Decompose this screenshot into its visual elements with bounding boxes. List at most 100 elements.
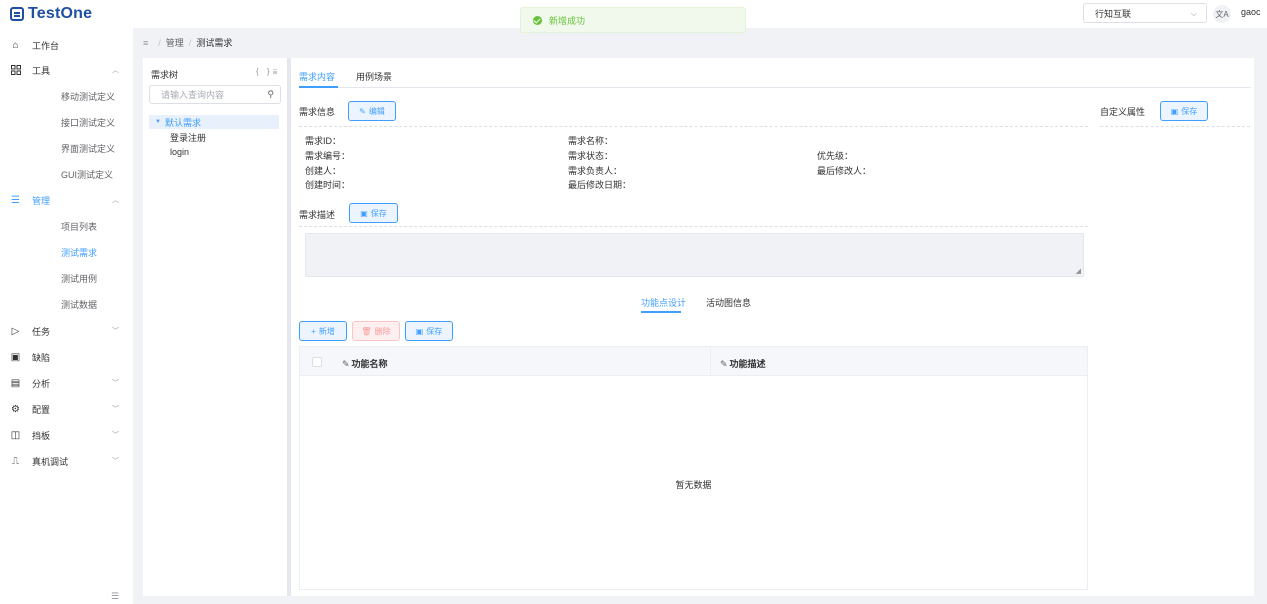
tree-node[interactable]: login (170, 147, 189, 157)
chevron-down-icon: ﹀ (112, 328, 119, 335)
chevron-down-icon: ﹀ (112, 406, 119, 413)
tree-search-input[interactable]: 请输入查询内容 ⚲ (149, 85, 281, 104)
tree-tools: { }⩸ (256, 67, 280, 77)
list-icon: ☰ (11, 194, 20, 206)
sidebar-item-label: 配置 (32, 404, 51, 415)
field-priority: 优先级： (817, 151, 854, 161)
field-last-modifier: 最后修改人： (817, 166, 872, 176)
column-header-label: 功能名称 (351, 359, 388, 369)
column-header-function-name[interactable]: ✎ 功能名称 (342, 357, 388, 370)
brand-name: TestOne (28, 5, 93, 22)
panel-icon: ◫ (10, 429, 21, 441)
field-last-modified-date: 最后修改日期： (568, 180, 632, 190)
user-name[interactable]: gaoc (1241, 7, 1261, 17)
sidebar-item-device-debug[interactable]: ⎍ 真机调试 ﹀ (0, 448, 133, 474)
sidebar-subitem-api-test[interactable]: 接口测试定义 (0, 109, 133, 135)
tab-requirement-content[interactable]: 需求内容 (299, 70, 335, 83)
chevron-down-icon: ﹀ (112, 432, 119, 439)
field-requirement-name: 需求名称： (568, 136, 614, 146)
sidebar-item-workbench[interactable]: ⌂ 工作台 (0, 32, 133, 58)
sidebar-item-mock[interactable]: ◫ 挡板 ﹀ (0, 422, 133, 448)
field-requirement-id: 需求ID： (305, 136, 342, 146)
chevron-down-icon: ﹀ (112, 380, 119, 387)
edit-icon: ✎ (342, 359, 350, 369)
sidebar-item-tools[interactable]: 工具 ︿ (0, 57, 133, 83)
sidebar-subitem-projects[interactable]: 项目列表 (0, 213, 133, 239)
menu-icon[interactable]: ≡ (143, 38, 148, 48)
plus-icon: + (311, 326, 316, 336)
custom-attrs-save-button[interactable]: ▣ 保存 (1160, 101, 1208, 121)
expand-collapse-icon[interactable]: { } (256, 67, 273, 76)
sidebar-item-analysis[interactable]: ▤ 分析 ﹀ (0, 370, 133, 396)
field-creator: 创建人： (305, 166, 342, 176)
edit-icon: ✎ (720, 359, 728, 369)
tab-function-design[interactable]: 功能点设计 (641, 296, 686, 309)
search-icon[interactable]: ⚲ (267, 89, 274, 100)
save-button-label: 保存 (426, 326, 443, 336)
sidebar-item-label: 任务 (32, 326, 51, 337)
caret-down-icon[interactable]: ▼ (155, 119, 161, 125)
add-button[interactable]: + 新增 (299, 321, 347, 341)
field-requirement-status: 需求状态： (568, 151, 614, 161)
tab-activity-diagram[interactable]: 活动图信息 (706, 296, 751, 309)
tree-node-label: 默认需求 (164, 117, 201, 128)
divider (299, 226, 1088, 227)
language-icon[interactable]: 文A (1213, 5, 1231, 23)
brand[interactable]: TestOne (10, 4, 92, 24)
sidebar-item-config[interactable]: ⚙ 配置 ﹀ (0, 396, 133, 422)
field-owner: 需求负责人： (568, 166, 623, 176)
custom-attrs-label: 自定义属性 (1100, 107, 1146, 117)
save-button-label: 保存 (370, 208, 387, 218)
divider (1100, 126, 1250, 127)
column-separator (710, 347, 711, 376)
divider (299, 126, 1088, 127)
sidebar-item-bugs[interactable]: ▣ 缺陷 (0, 344, 133, 370)
description-save-button[interactable]: ▣ 保存 (349, 203, 398, 223)
sidebar-subitem-ui-test[interactable]: 界面测试定义 (0, 135, 133, 161)
sidebar-subitem-testdata[interactable]: 测试数据 (0, 291, 133, 317)
breadcrumb-item[interactable]: 管理 (166, 36, 184, 49)
sidebar-subitem-gui-test[interactable]: GUI测试定义 (0, 161, 133, 187)
sidebar-item-label: 挡板 (32, 430, 51, 441)
sidebar-item-tasks[interactable]: ▷ 任务 ﹀ (0, 318, 133, 344)
delete-button[interactable]: 🗑 删除 (352, 321, 400, 341)
description-textarea[interactable]: ◢ (305, 233, 1084, 277)
org-select[interactable]: 行知互联 ⌵ (1083, 3, 1207, 23)
chevron-down-icon: ⌵ (1190, 9, 1197, 18)
description-label: 需求描述 (299, 210, 336, 220)
collapse-sidebar-icon[interactable]: ☰ (111, 591, 119, 602)
save-icon: ▣ (1170, 106, 1179, 116)
trash-icon: 🗑 (361, 326, 372, 336)
device-icon: ⎍ (12, 455, 19, 467)
save-button-label: 保存 (1181, 106, 1198, 116)
sidebar-item-label: 缺陷 (32, 352, 51, 363)
resize-handle-icon[interactable]: ◢ (1076, 267, 1081, 275)
sidebar-subitem-testcases[interactable]: 测试用例 (0, 265, 133, 291)
tree-title: 需求树 (151, 70, 179, 80)
requirement-tree-panel: 需求树 { }⩸ 请输入查询内容 ⚲ ▼ 默认需求 登录注册 login (143, 58, 287, 596)
filter-icon[interactable]: ⩸ (273, 67, 281, 76)
column-header-function-desc[interactable]: ✎ 功能描述 (720, 357, 766, 370)
save-icon: ▣ (415, 326, 424, 336)
sidebar-item-manage[interactable]: ☰ 管理 ︿ (0, 187, 133, 213)
sidebar-item-label: 管理 (32, 195, 51, 206)
empty-state-text: 暂无数据 (675, 480, 712, 490)
tab-use-case-scenarios[interactable]: 用例场景 (356, 70, 392, 83)
success-toast: 新增成功 (520, 7, 746, 33)
bug-icon: ▣ (10, 351, 21, 363)
gear-icon: ⚙ (11, 403, 20, 415)
toolbar-save-button[interactable]: ▣ 保存 (405, 321, 453, 341)
tree-node[interactable]: 登录注册 (170, 131, 206, 144)
field-requirement-number: 需求编号： (305, 151, 351, 161)
tree-node-root[interactable]: ▼ 默认需求 (149, 115, 279, 129)
sidebar-item-label: 分析 (32, 378, 51, 389)
sidebar-subitem-requirements[interactable]: 测试需求 (0, 239, 133, 265)
select-all-checkbox[interactable] (312, 357, 322, 367)
calendar-icon: ▤ (10, 377, 21, 389)
chevron-down-icon: ﹀ (112, 458, 119, 465)
main-panel: 需求内容 用例场景 需求信息 ✎ 编辑 需求ID： 需求名称： 需求编号： 需求… (291, 58, 1254, 596)
edit-button[interactable]: ✎ 编辑 (348, 101, 396, 121)
sidebar-subitem-mobile-test[interactable]: 移动测试定义 (0, 83, 133, 109)
table-header: ✎ 功能名称 ✎ 功能描述 (300, 347, 1087, 376)
sidebar: ⌂ 工作台 工具 ︿ 移动测试定义 接口测试定义 界面测试定义 GUI测试定义 … (0, 28, 133, 604)
